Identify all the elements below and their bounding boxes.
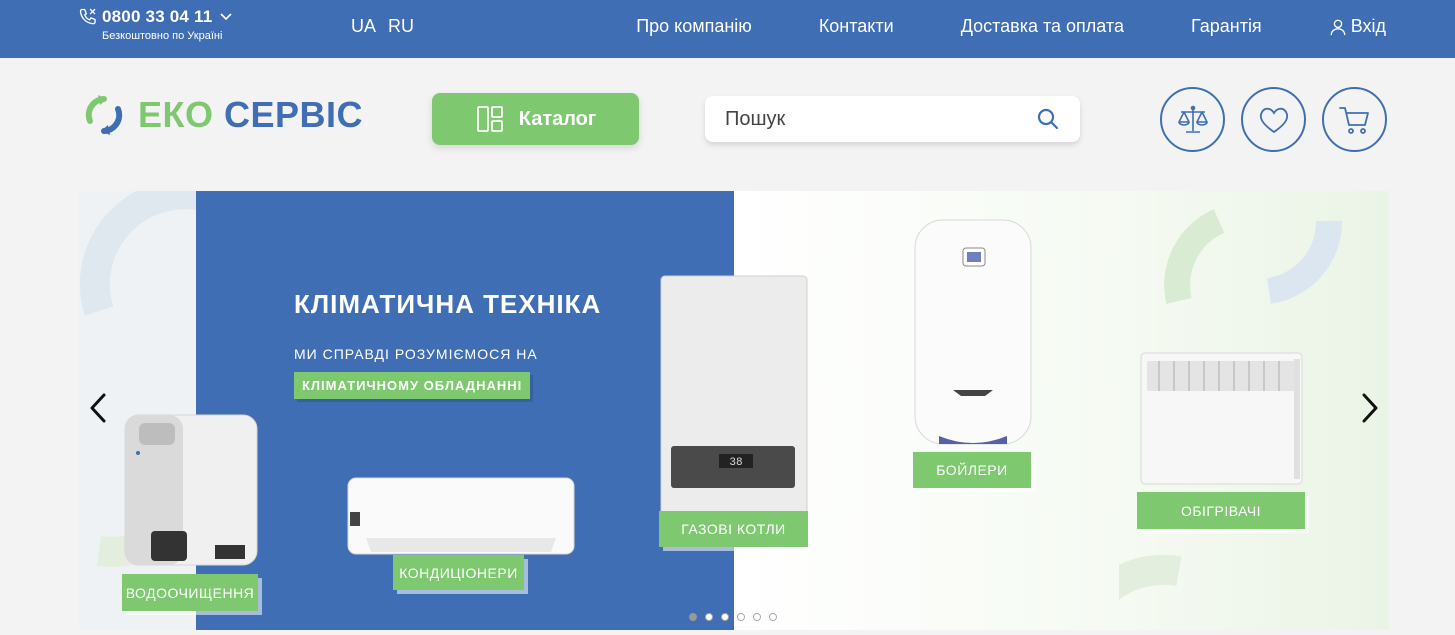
heater-image xyxy=(1140,352,1303,485)
gas-boiler-image: 38 xyxy=(660,275,808,518)
banner-title: КЛІМАТИЧНА ТЕХНІКА xyxy=(294,289,602,319)
phone-block[interactable]: 0800 33 04 11 Безкоштовно по Україні xyxy=(78,7,234,42)
login-link[interactable]: Вхід xyxy=(1329,16,1386,37)
catalog-button[interactable]: Каталог xyxy=(432,93,639,145)
search-icon[interactable] xyxy=(1036,107,1060,131)
cart-button[interactable] xyxy=(1322,87,1387,152)
slider-dots xyxy=(689,613,777,621)
hero-banner: КЛІМАТИЧНА ТЕХНІКА МИ СПРАВДІ РОЗУМІЄМОС… xyxy=(79,191,1389,630)
category-gas-boilers[interactable]: ГАЗОВІ КОТЛИ xyxy=(659,511,808,547)
wishlist-button[interactable] xyxy=(1241,87,1306,152)
compare-button[interactable] xyxy=(1160,87,1225,152)
slider-dot[interactable] xyxy=(769,613,777,621)
top-nav: Про компанію Контакти Доставка та оплата… xyxy=(636,16,1386,37)
recycle-logo-icon xyxy=(85,95,123,135)
search-input[interactable] xyxy=(725,107,1036,131)
logo-eko: ЕКО xyxy=(138,94,214,135)
category-water-heaters[interactable]: БОЙЛЕРИ xyxy=(913,452,1031,488)
slider-dot[interactable] xyxy=(737,613,745,621)
lang-ua[interactable]: UA xyxy=(351,16,376,37)
category-heaters[interactable]: ОБІГРІВАЧІ xyxy=(1137,492,1305,529)
banner-next-arrow[interactable] xyxy=(1357,391,1381,425)
nav-contacts[interactable]: Контакти xyxy=(819,16,894,37)
category-water-purification[interactable]: ВОДООЧИЩЕННЯ xyxy=(122,574,258,611)
banner-subtitle: МИ СПРАВДІ РОЗУМІЄМОСЯ НА xyxy=(294,346,538,362)
nav-delivery[interactable]: Доставка та оплата xyxy=(961,16,1124,37)
catalog-label: Каталог xyxy=(518,107,597,130)
water-purifier-image xyxy=(124,414,258,566)
phone-icon xyxy=(79,8,96,25)
phone-note: Безкоштовно по Україні xyxy=(102,30,223,42)
slider-dot[interactable] xyxy=(705,613,713,621)
login-label: Вхід xyxy=(1350,16,1386,36)
banner-highlight: КЛІМАТИЧНОМУ ОБЛАДНАННІ xyxy=(294,372,531,399)
phone-number[interactable]: 0800 33 04 11 xyxy=(102,7,212,27)
slider-dot[interactable] xyxy=(721,613,729,621)
lang-ru[interactable]: RU xyxy=(388,16,414,37)
slider-dot[interactable] xyxy=(689,613,697,621)
search-box xyxy=(705,96,1080,142)
banner-prev-arrow[interactable] xyxy=(87,391,111,425)
slider-dot[interactable] xyxy=(753,613,761,621)
grid-icon xyxy=(476,106,503,132)
nav-warranty[interactable]: Гарантія xyxy=(1191,16,1262,37)
user-icon xyxy=(1330,19,1346,35)
air-conditioner-image xyxy=(347,477,575,555)
chevron-down-icon[interactable] xyxy=(218,9,234,25)
boiler-display: 38 xyxy=(729,457,742,469)
cart-icon xyxy=(1338,106,1369,134)
water-heater-image xyxy=(914,219,1032,445)
heart-icon xyxy=(1259,107,1288,133)
nav-about[interactable]: Про компанію xyxy=(636,16,752,37)
top-bar: 0800 33 04 11 Безкоштовно по Україні UA … xyxy=(0,0,1455,58)
logo[interactable]: ЕКО СЕРВІС xyxy=(82,93,363,137)
header-actions xyxy=(1160,87,1387,152)
logo-servis: СЕРВІС xyxy=(224,94,364,135)
language-switcher: UA RU xyxy=(351,16,414,37)
category-air-conditioners[interactable]: КОНДИЦІОНЕРИ xyxy=(393,555,524,590)
scales-icon xyxy=(1177,105,1208,133)
